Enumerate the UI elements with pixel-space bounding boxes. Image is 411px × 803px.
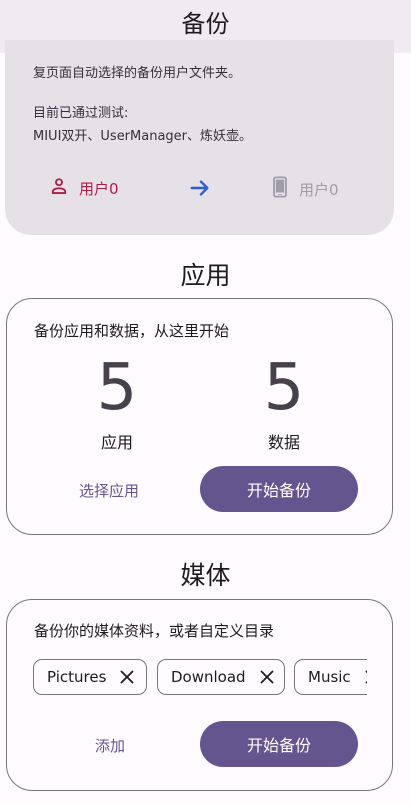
phone-icon: [271, 176, 289, 202]
data-count: 5: [263, 351, 305, 425]
data-count-stat: 5 数据: [234, 351, 334, 453]
apps-section-title: 应用: [180, 261, 231, 290]
person-icon: [49, 176, 69, 200]
apps-description: 备份应用和数据，从这里开始: [34, 322, 230, 340]
source-user-label: 用户0: [79, 179, 119, 198]
media-chip-download[interactable]: Download: [157, 659, 285, 695]
media-card: 备份你的媒体资料，或者自定义目录 Pictures Download Music…: [6, 599, 393, 791]
arrow-right-icon: [189, 177, 211, 203]
chip-label: Music: [308, 668, 351, 686]
start-media-backup-button[interactable]: 开始备份: [200, 721, 358, 767]
target-user-label: 用户0: [299, 180, 339, 199]
info-text-2: 目前已通过测试:: [33, 106, 129, 121]
apps-card: 备份应用和数据，从这里开始 5 应用 5 数据 选择应用 开始备份: [6, 298, 393, 535]
data-count-label: 数据: [267, 433, 300, 452]
add-media-button[interactable]: 添加: [95, 735, 125, 756]
user-transfer-row: 用户0 用户0: [5, 176, 394, 202]
select-apps-button[interactable]: 选择应用: [79, 480, 139, 501]
media-chip-row[interactable]: Pictures Download Music: [33, 659, 367, 697]
target-user[interactable]: 用户0: [271, 176, 339, 202]
media-chip-pictures[interactable]: Pictures: [33, 659, 147, 695]
apps-count-stat: 5 应用: [67, 351, 167, 453]
info-text-1: 复页面自动选择的备份用户文件夹。: [33, 66, 242, 81]
source-user[interactable]: 用户0: [49, 176, 119, 200]
chip-label: Pictures: [47, 668, 107, 686]
close-icon[interactable]: [365, 670, 367, 684]
media-description: 备份你的媒体资料，或者自定义目录: [34, 622, 275, 640]
page-title: 备份: [181, 10, 230, 38]
user-info-card: 复页面自动选择的备份用户文件夹。 目前已通过测试: MIUI双开、UserMan…: [5, 40, 394, 235]
info-text-3: MIUI双开、UserManager、炼妖壶。: [33, 129, 253, 144]
apps-count-label: 应用: [100, 433, 133, 452]
chip-label: Download: [171, 668, 246, 686]
close-icon[interactable]: [260, 670, 274, 684]
media-chip-music[interactable]: Music: [294, 659, 367, 695]
media-section-title: 媒体: [180, 561, 231, 590]
start-app-backup-button[interactable]: 开始备份: [200, 466, 358, 512]
close-icon[interactable]: [120, 670, 134, 684]
apps-count: 5: [96, 351, 138, 425]
